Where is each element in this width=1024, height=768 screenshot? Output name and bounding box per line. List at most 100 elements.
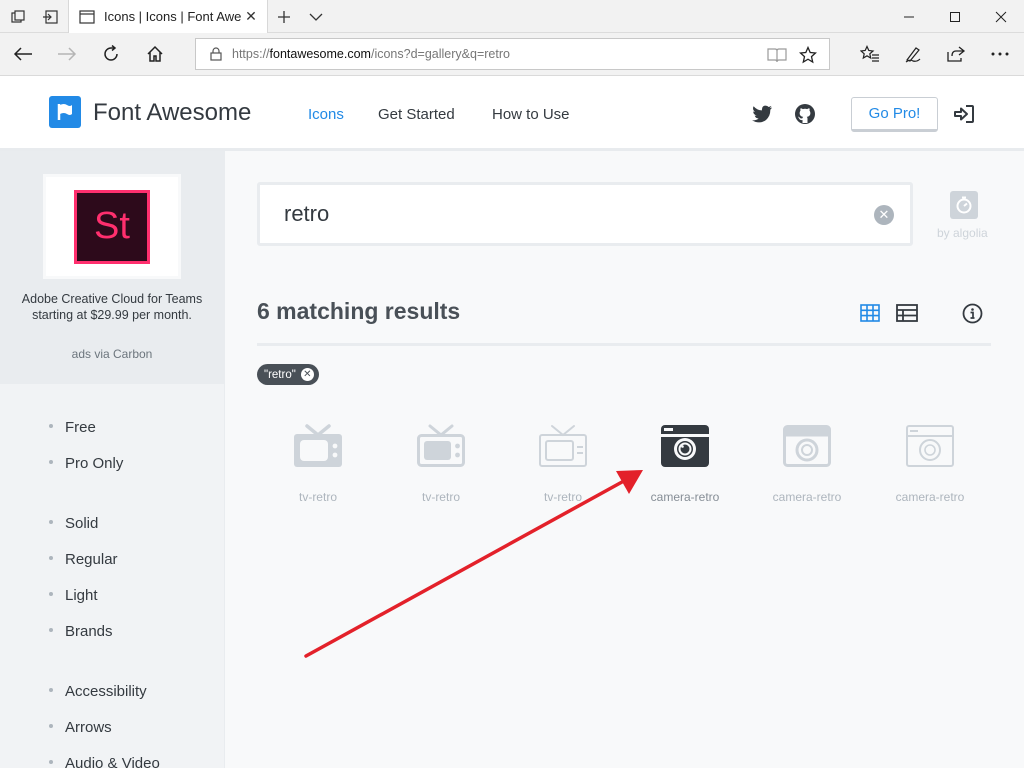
new-tab-icon[interactable] [270,4,298,29]
twitter-icon[interactable] [751,103,773,125]
ad-image[interactable]: St [43,174,181,279]
maximize-window-icon[interactable] [932,0,978,33]
result-tv-retro-regular[interactable]: tv-retro [380,421,500,511]
nav-icons-link[interactable]: Icons [308,106,344,123]
result-camera-retro-light[interactable]: camera-retro [869,421,989,511]
filter-accessibility[interactable]: Accessibility [49,683,147,700]
bullet-icon [49,724,53,729]
gallery-view-icon[interactable] [859,302,881,324]
pen-notes-icon[interactable] [897,39,929,69]
bullet-icon [49,688,53,693]
filter-arrows[interactable]: Arrows [49,719,112,736]
results-count: 6 matching results [257,298,461,324]
bullet-icon [49,460,53,465]
result-tv-retro-solid[interactable]: tv-retro [257,421,377,511]
site-header: Font Awesome Icons Get Started How to Us… [0,77,1024,151]
browser-toolbar: https://fontawesome.com/icons?d=gallery&… [0,33,1024,76]
address-bar[interactable]: https://fontawesome.com/icons?d=gallery&… [195,38,830,70]
back-arrow-icon[interactable] [7,39,39,69]
filter-free[interactable]: Free [49,419,96,436]
more-options-icon[interactable] [984,39,1016,69]
bullet-icon [49,628,53,633]
bullet-icon [49,424,53,429]
filter-label: Light [65,587,98,604]
reading-view-icon[interactable] [766,45,788,65]
github-icon[interactable] [794,103,816,125]
remove-tag-icon[interactable]: ✕ [300,368,314,381]
results-divider [257,343,991,346]
url-scheme: https:// [232,47,270,61]
result-label: tv-retro [298,490,337,504]
bullet-icon [49,556,53,561]
result-label: camera-retro [895,490,965,504]
tv-retro-regular-icon [416,421,466,471]
result-camera-retro-solid[interactable]: camera-retro [624,421,744,511]
filter-light[interactable]: Light [49,587,98,604]
filter-label: Brands [65,623,113,640]
tab-title: Icons | Icons | Font Awe [104,9,242,24]
tab-preview-chevron-icon[interactable] [302,4,330,29]
filter-label: Accessibility [65,683,147,700]
bullet-icon [49,520,53,525]
url-host: fontawesome.com [269,47,371,61]
camera-retro-light-icon [905,421,955,471]
close-tab-icon[interactable]: ✕ [243,8,259,24]
bullet-icon [49,592,53,597]
favorite-star-icon[interactable] [797,45,819,65]
by-algolia-label[interactable]: by algolia [937,226,988,240]
result-label: camera-retro [772,490,842,504]
nav-how-to-use-link[interactable]: How to Use [492,106,570,123]
bullet-icon [49,760,53,765]
filter-label: Solid [65,515,99,532]
minimize-window-icon[interactable] [886,0,932,33]
tv-retro-light-icon [538,421,588,471]
font-awesome-flag-logo-icon[interactable] [49,96,81,128]
brand-name[interactable]: Font Awesome [93,99,251,127]
ad-text[interactable]: Adobe Creative Cloud for Teams starting … [20,291,204,323]
result-camera-retro-regular[interactable]: camera-retro [746,421,866,511]
table-view-icon[interactable] [896,302,918,324]
browser-tab-bar: Icons | Icons | Font Awe ✕ [0,0,1024,33]
search-tag-chip[interactable]: "retro" ✕ [257,364,319,385]
search-tag-label: "retro" [264,368,296,381]
filter-label: Pro Only [65,455,124,472]
tv-retro-solid-icon [293,421,343,471]
algolia-stopwatch-icon [950,191,978,219]
camera-retro-regular-icon [782,421,832,471]
filter-regular[interactable]: Regular [49,551,118,568]
icon-search-input[interactable] [284,199,864,229]
filter-label: Arrows [65,719,112,736]
clear-search-icon[interactable]: ✕ [874,205,894,225]
result-label: tv-retro [543,490,582,504]
close-window-icon[interactable] [978,0,1024,33]
forward-arrow-icon[interactable] [51,39,83,69]
filter-label: Free [65,419,96,436]
filter-audio-video[interactable]: Audio & Video [49,755,160,768]
carbon-ad: St Adobe Creative Cloud for Teams starti… [0,151,224,384]
filter-brands[interactable]: Brands [49,623,113,640]
nav-get-started-link[interactable]: Get Started [378,106,455,123]
filter-pro-only[interactable]: Pro Only [49,455,123,472]
adobe-stock-logo: St [74,189,150,264]
set-aside-tabs-icon[interactable] [36,4,64,29]
home-icon[interactable] [139,39,171,69]
filter-label: Audio & Video [65,755,160,768]
refresh-icon[interactable] [95,39,127,69]
favorites-hub-icon[interactable] [854,39,886,69]
go-pro-button[interactable]: Go Pro! [851,97,938,132]
result-label: tv-retro [421,490,460,504]
ad-via-link[interactable]: ads via Carbon [20,347,204,361]
tab-manager-icon[interactable] [4,4,32,29]
icon-search-box: ✕ [257,182,913,246]
camera-retro-solid-icon [660,421,710,471]
page-favicon-icon [79,9,95,24]
share-icon[interactable] [940,39,972,69]
info-icon[interactable] [961,302,983,324]
url-path: /icons?d=gallery&q=retro [370,47,510,61]
result-label: camera-retro [650,490,720,504]
main-content: ✕ by algolia 6 matching results "retro" … [225,151,1024,768]
filter-solid[interactable]: Solid [49,515,98,532]
sign-in-icon[interactable] [953,103,975,125]
result-tv-retro-light[interactable]: tv-retro [502,421,622,511]
browser-tab-active[interactable]: Icons | Icons | Font Awe ✕ [68,0,268,33]
